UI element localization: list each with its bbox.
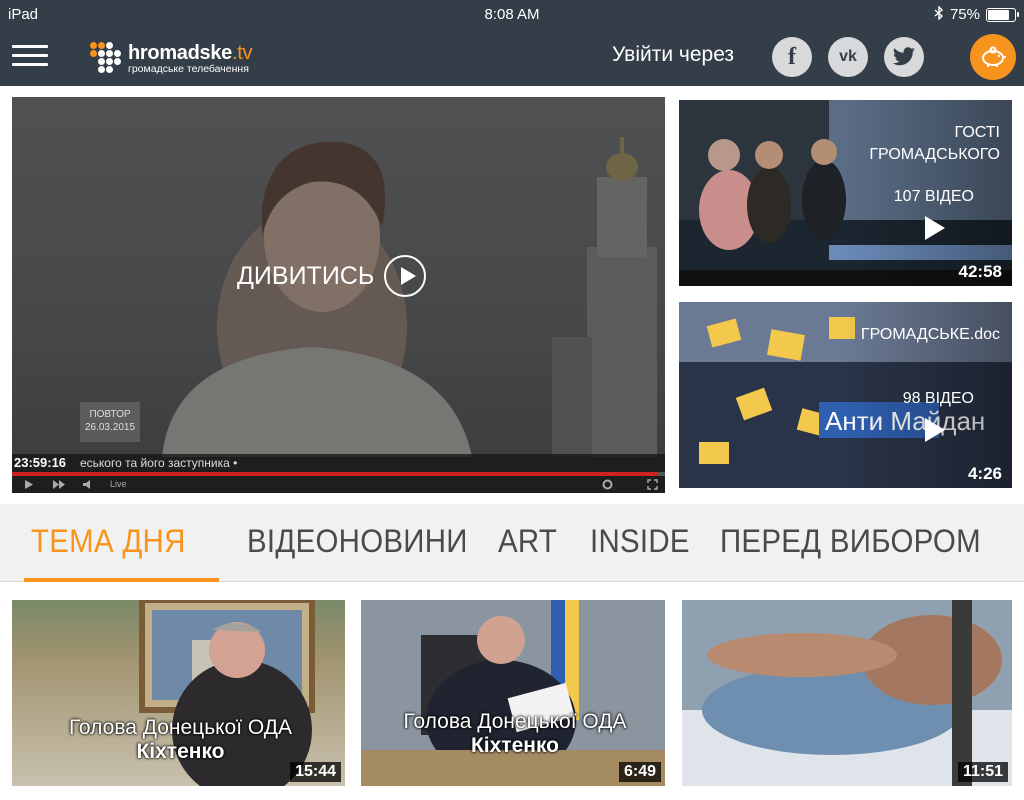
featured-video[interactable]: ДИВИТИСЬ ПОВТОР 26.03.2015 23:59:16 еськ…	[12, 97, 665, 493]
status-right: 75%	[934, 5, 1019, 23]
battery-icon	[986, 7, 1019, 22]
tab-video-news[interactable]: ВІДЕОНОВИНИ	[247, 523, 468, 560]
battery-fill	[988, 9, 1009, 20]
menu-icon[interactable]	[12, 40, 48, 74]
video-thumbnail-image	[361, 600, 665, 786]
playlist-title: ГОСТІ ГРОМАДСЬКОГО	[869, 124, 1000, 163]
video-duration: 6:49	[618, 762, 661, 782]
status-bar: iPad 8:08 AM 75%	[0, 0, 1024, 30]
logo-tld: .tv	[232, 41, 253, 64]
logo-name: hromadske	[128, 41, 233, 64]
tab-topic-of-day[interactable]: ТЕМА ДНЯ	[31, 523, 186, 560]
battery-percent: 75%	[949, 6, 980, 23]
twitter-login-button[interactable]	[884, 37, 924, 77]
account-button[interactable]	[970, 34, 1016, 80]
playlist-card-doc[interactable]: Анти Майдан ГРОМАДСЬКЕ.doc 98 ВІДЕО 4:26	[679, 302, 1012, 488]
facebook-icon: f	[788, 43, 796, 70]
tab-inside[interactable]: INSIDE	[590, 523, 690, 560]
volume-icon[interactable]	[82, 479, 96, 490]
status-time: 8:08 AM	[484, 6, 540, 23]
playlist-title: ГРОМАДСЬКЕ.doc	[860, 326, 1000, 343]
video-controls: Live	[12, 476, 665, 493]
video-duration: 15:44	[290, 762, 341, 782]
logo[interactable]: hromadske.tv громадське телебачення	[90, 38, 253, 78]
play-icon	[925, 216, 945, 240]
watch-label: ДИВИТИСЬ	[237, 261, 375, 290]
play-icon[interactable]	[24, 479, 34, 490]
video-card[interactable]: Голова Донецької ОДА Кіхтенко 15:44	[12, 600, 345, 786]
play-circle-icon	[384, 255, 427, 297]
tab-before-elections[interactable]: ПЕРЕД ВИБОРОМ	[720, 523, 981, 560]
next-icon[interactable]	[52, 479, 66, 490]
vk-icon: vk	[839, 48, 857, 65]
replay-label: ПОВТОР	[89, 409, 131, 420]
card-subtitle: Кіхтенко	[136, 740, 225, 763]
playlist-count: 107 ВІДЕО	[893, 188, 974, 205]
logo-subtitle: громадське телебачення	[128, 62, 249, 75]
settings-icon[interactable]	[602, 479, 613, 490]
video-card[interactable]: 11:51	[682, 600, 1012, 786]
play-icon	[925, 418, 945, 442]
video-duration: 11:51	[957, 762, 1008, 782]
video-duration: 4:26	[967, 464, 1002, 483]
card-title: Голова Донецької ОДА	[403, 710, 627, 733]
video-duration: 42:58	[958, 262, 1002, 281]
tab-art[interactable]: ART	[498, 523, 557, 560]
replay-badge: ПОВТОР 26.03.2015	[80, 402, 140, 442]
app-header: hromadske.tv громадське телебачення Увій…	[0, 30, 1024, 86]
vk-login-button[interactable]: vk	[828, 37, 868, 77]
category-tabs: ТЕМА ДНЯ ВІДЕОНОВИНИ ART INSIDE ПЕРЕД ВИ…	[0, 504, 1024, 582]
card-subtitle: Кіхтенко	[470, 734, 560, 757]
fullscreen-icon[interactable]	[647, 479, 658, 490]
twitter-icon	[893, 47, 915, 66]
watch-button[interactable]: ДИВИТИСЬ	[237, 255, 427, 297]
playlist-card-guests[interactable]: ГОСТІ ГРОМАДСЬКОГО 107 ВІДЕО 42:58	[679, 100, 1012, 286]
active-tab-indicator	[24, 578, 219, 582]
video-card[interactable]: Голова Донецької ОДА Кіхтенко 6:49	[361, 600, 665, 786]
broadcast-clock: 23:59:16	[14, 455, 67, 470]
piggy-bank-icon	[982, 46, 1006, 67]
card-title: Голова Донецької ОДА	[68, 716, 293, 739]
bluetooth-icon	[934, 5, 944, 23]
video-thumbnail-image	[682, 600, 1012, 786]
facebook-login-button[interactable]: f	[772, 37, 812, 77]
replay-date: 26.03.2015	[84, 422, 136, 433]
login-label: Увійти через	[612, 43, 735, 66]
ticker-text: еського та його заступника •	[80, 456, 238, 470]
live-label: Live	[110, 479, 127, 489]
broadcast-ticker: 23:59:16 еського та його заступника •	[12, 454, 665, 472]
playlist-count: 98 ВІДЕО	[902, 390, 974, 407]
logo-dots-icon	[90, 42, 122, 74]
